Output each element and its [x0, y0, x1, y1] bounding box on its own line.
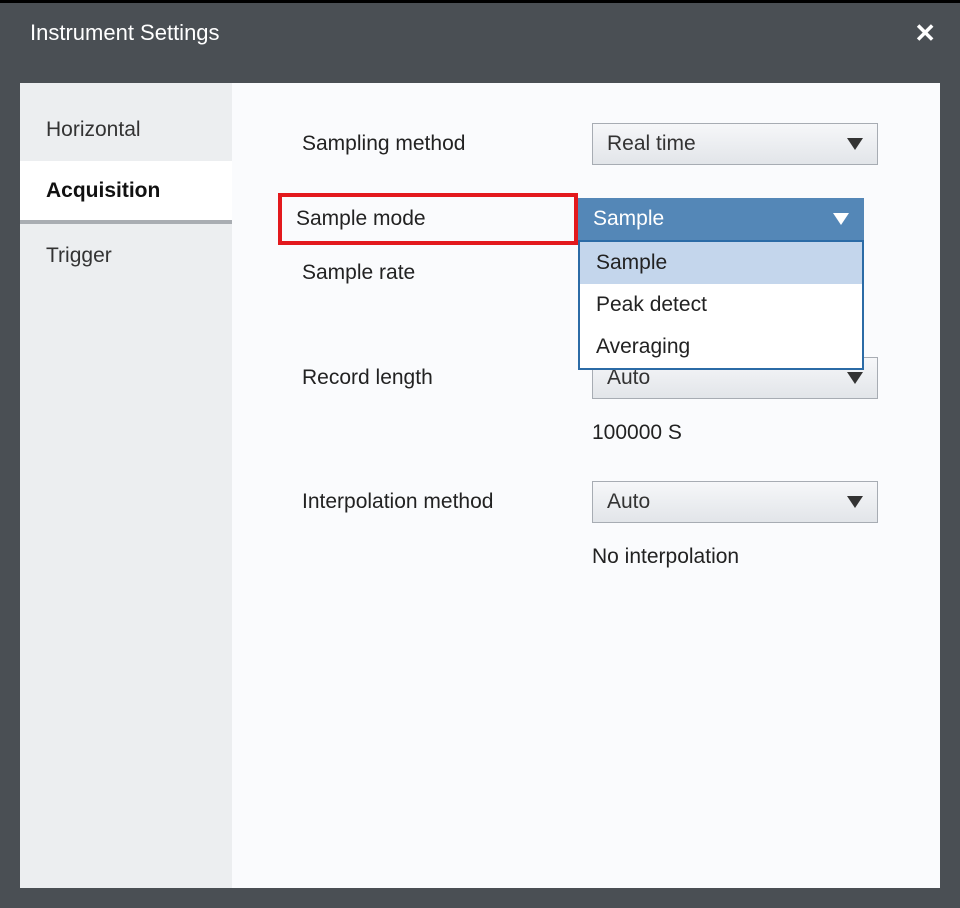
select-sample-mode[interactable]: Sample Sample Peak detect [578, 198, 864, 240]
window-title: Instrument Settings [30, 20, 220, 46]
sidebar: Horizontal Acquisition Trigger [20, 83, 232, 888]
label-sampling-method: Sampling method [292, 126, 592, 162]
select-sample-mode-head[interactable]: Sample [578, 198, 864, 240]
chevron-down-icon [847, 138, 863, 150]
option-averaging[interactable]: Averaging [580, 326, 862, 368]
window-inner: Horizontal Acquisition Trigger Sampling … [20, 83, 940, 888]
sidebar-item-label: Horizontal [46, 118, 141, 142]
label-record-length: Record length [292, 360, 592, 396]
option-peak-detect[interactable]: Peak detect [580, 284, 862, 326]
option-label: Peak detect [596, 293, 707, 317]
sidebar-item-label: Acquisition [46, 179, 160, 203]
row-sample-mode: Sample mode Sample Sample [292, 193, 940, 245]
select-value: Real time [607, 132, 696, 156]
select-sampling-method[interactable]: Real time [592, 123, 878, 165]
row-interpolation: Interpolation method Auto [292, 481, 940, 523]
sidebar-item-trigger[interactable]: Trigger [20, 224, 232, 287]
content-panel: Sampling method Real time Sample mode Sa… [232, 83, 940, 888]
record-length-detail: 100000 S [592, 421, 940, 445]
interpolation-detail: No interpolation [592, 545, 940, 569]
select-value: Auto [607, 490, 650, 514]
sidebar-item-acquisition[interactable]: Acquisition [20, 161, 232, 224]
option-label: Averaging [596, 335, 690, 359]
row-sampling-method: Sampling method Real time [292, 123, 940, 165]
label-sample-mode: Sample mode [278, 193, 578, 245]
chevron-down-icon [847, 496, 863, 508]
select-value: Sample [593, 207, 664, 231]
chevron-down-icon [847, 372, 863, 384]
settings-window: Instrument Settings ✕ Horizontal Acquisi… [0, 0, 960, 908]
close-icon[interactable]: ✕ [910, 20, 940, 46]
label-interpolation: Interpolation method [292, 484, 592, 520]
option-sample[interactable]: Sample [580, 242, 862, 284]
dropdown-sample-mode: Sample Peak detect Averaging [578, 240, 864, 370]
titlebar: Instrument Settings ✕ [0, 0, 960, 63]
sidebar-item-label: Trigger [46, 244, 112, 268]
select-interpolation[interactable]: Auto [592, 481, 878, 523]
sidebar-item-horizontal[interactable]: Horizontal [20, 98, 232, 161]
window-body: Horizontal Acquisition Trigger Sampling … [0, 63, 960, 908]
option-label: Sample [596, 251, 667, 275]
chevron-down-icon [833, 213, 849, 225]
label-sample-rate: Sample rate [292, 255, 592, 291]
